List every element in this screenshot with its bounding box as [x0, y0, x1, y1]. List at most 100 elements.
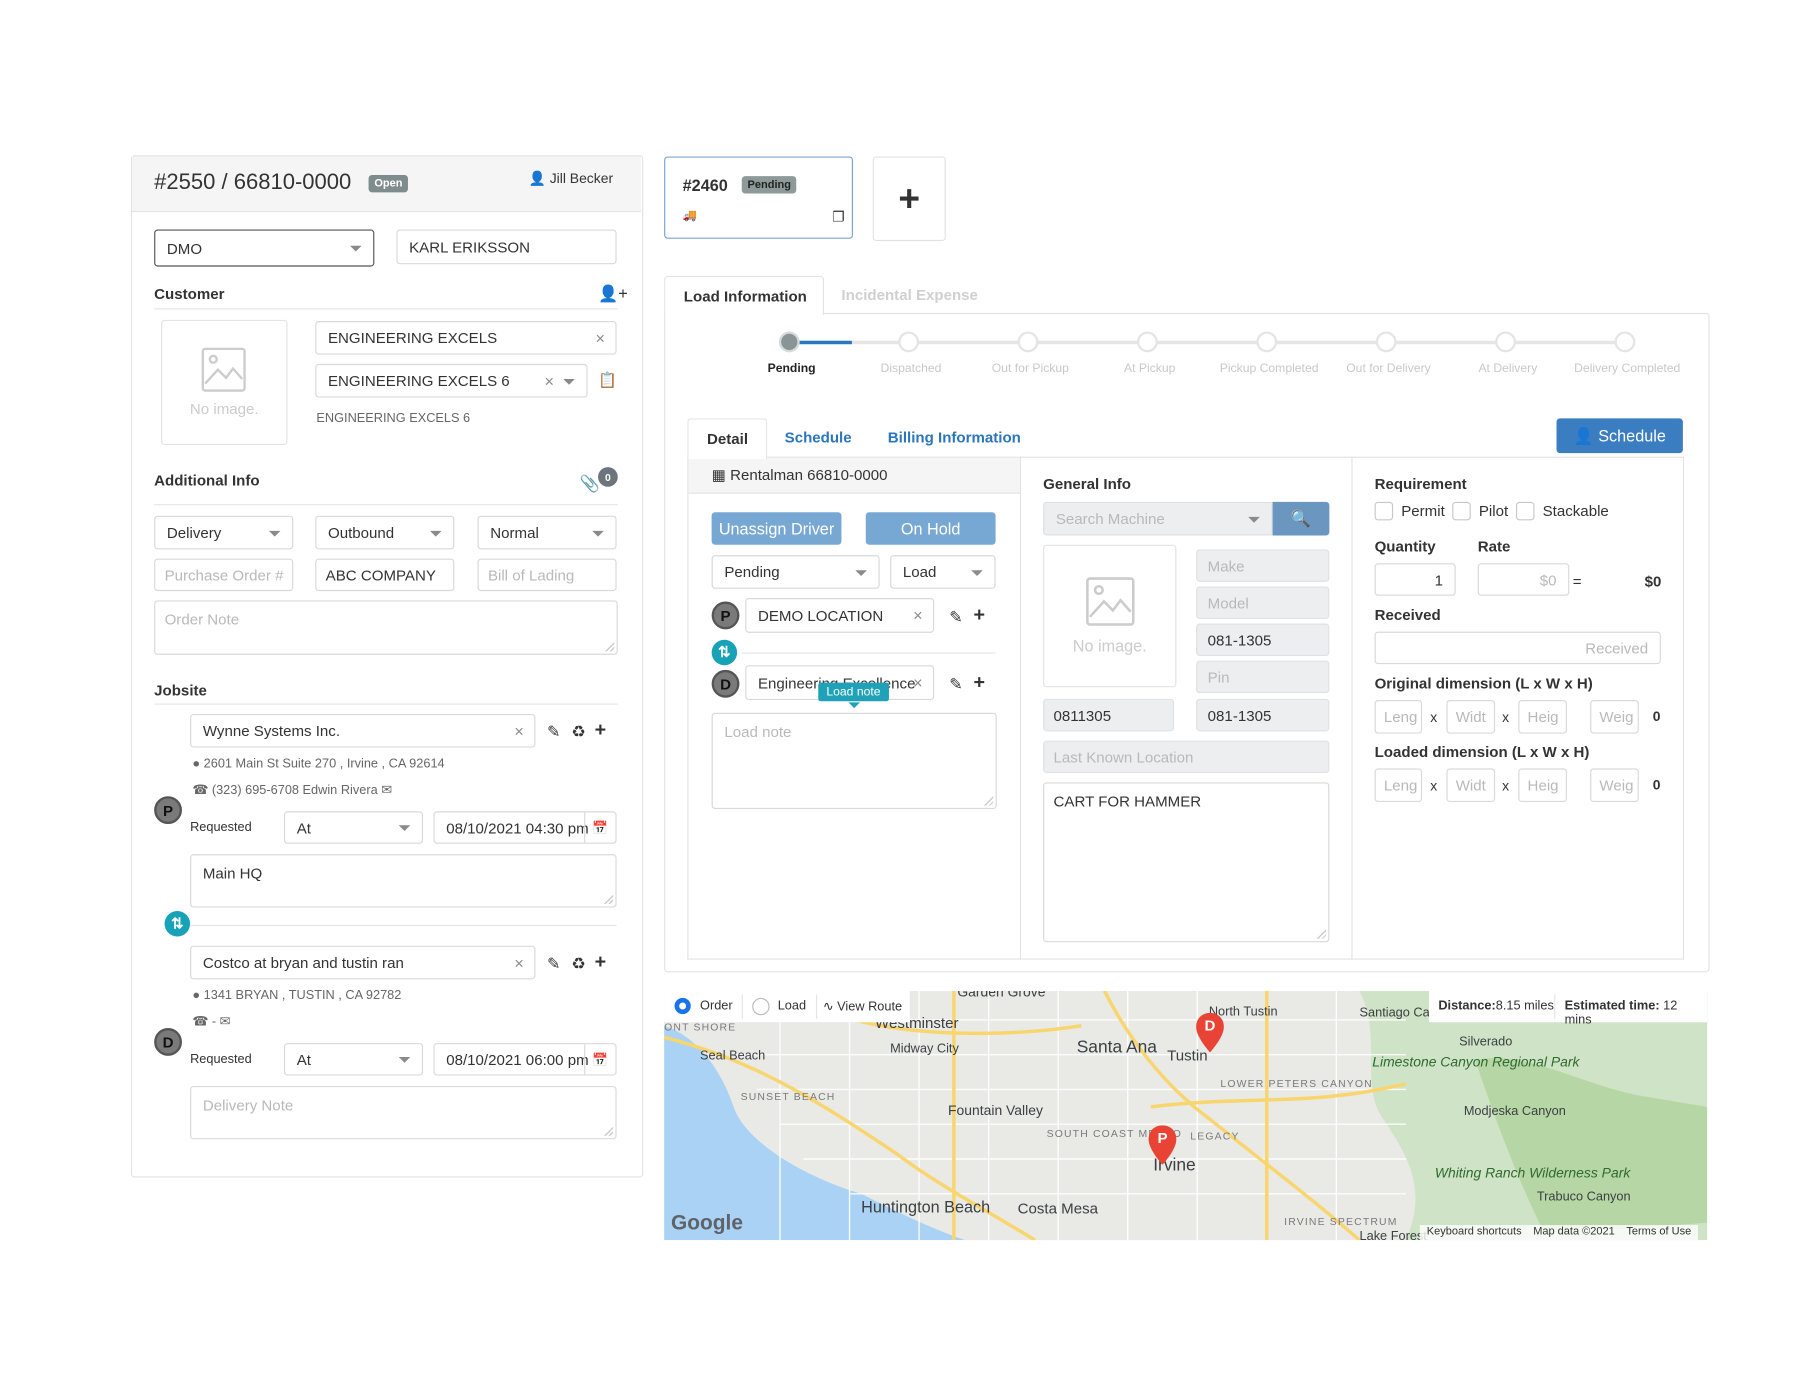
- calendar-icon[interactable]: 📅: [584, 1044, 615, 1075]
- serial-field[interactable]: 081-1305: [1196, 623, 1330, 656]
- delivery-marker: D: [154, 1028, 182, 1056]
- pickup-jobsite-field[interactable]: Wynne Systems Inc. ×: [190, 713, 536, 748]
- load-radio[interactable]: [752, 997, 770, 1016]
- plus-icon[interactable]: +: [595, 950, 607, 973]
- tab-schedule[interactable]: Schedule: [785, 429, 852, 446]
- edit-icon[interactable]: ✎: [547, 722, 561, 742]
- address-book-icon[interactable]: 📋: [598, 371, 617, 390]
- quantity-field[interactable]: 1: [1374, 563, 1456, 596]
- progress-step-out-for-delivery[interactable]: [1375, 331, 1397, 353]
- map-place-label: Fountain Valley: [948, 1102, 1043, 1119]
- pickup-datetime-field[interactable]: 08/10/2021 04:30 pm 📅: [433, 811, 617, 844]
- unassign-driver-button[interactable]: Unassign Driver: [711, 512, 842, 545]
- edit-icon[interactable]: ✎: [547, 954, 561, 974]
- customer-contact-select[interactable]: ENGINEERING EXCELS 6 ×: [315, 363, 588, 398]
- assigned-user[interactable]: 👤 Jill Becker: [529, 170, 614, 186]
- delivery-datetime-field[interactable]: 08/10/2021 06:00 pm 📅: [433, 1043, 617, 1076]
- length-field[interactable]: Leng: [1374, 768, 1423, 803]
- order-note-field[interactable]: Order Note: [154, 600, 618, 655]
- delivery-note-field[interactable]: Delivery Note: [190, 1085, 617, 1140]
- order-radio-label: Order: [700, 999, 733, 1013]
- swap-load-stops-button[interactable]: ⇅: [711, 639, 738, 666]
- height-field[interactable]: Heig: [1518, 768, 1567, 803]
- equipment-code-field[interactable]: 081-1305: [1196, 698, 1330, 732]
- progress-step-at-pickup[interactable]: [1136, 331, 1158, 353]
- tab-incidental-expense[interactable]: Incidental Expense: [841, 286, 977, 303]
- load-pickup-location-field[interactable]: DEMO LOCATION ×: [745, 598, 935, 633]
- pin-field[interactable]: Pin: [1196, 660, 1330, 694]
- width-field[interactable]: Widt: [1446, 700, 1496, 734]
- stackable-checkbox[interactable]: [1515, 501, 1535, 521]
- length-field[interactable]: Leng: [1374, 700, 1423, 734]
- terms-of-use-link[interactable]: Terms of Use: [1626, 1225, 1691, 1240]
- paperclip-icon[interactable]: 📎: [580, 474, 600, 494]
- progress-step-pickup-completed[interactable]: [1256, 331, 1278, 353]
- calendar-icon[interactable]: 📅: [584, 812, 615, 843]
- order-radio[interactable]: [674, 997, 691, 1015]
- route-map[interactable]: Garden Grove Westminster Midway City Seal B…: [664, 990, 1708, 1241]
- keyboard-shortcuts-link[interactable]: Keyboard shortcuts: [1427, 1225, 1522, 1240]
- progress-step-delivery-completed[interactable]: [1614, 331, 1636, 353]
- pilot-checkbox[interactable]: [1452, 501, 1471, 521]
- permit-checkbox[interactable]: [1374, 501, 1394, 521]
- priority-select[interactable]: Normal: [477, 515, 617, 550]
- weight-field[interactable]: Weig: [1590, 700, 1639, 734]
- add-load-button[interactable]: +: [872, 156, 946, 242]
- tab-load-information[interactable]: Load Information: [664, 275, 825, 316]
- load-card[interactable]: #2460 Pending 🚚 ❐: [664, 156, 854, 239]
- pickup-requested-label: Requested: [190, 820, 252, 835]
- make-field[interactable]: Make: [1196, 549, 1330, 582]
- delivery-jobsite-field[interactable]: Costco at bryan and tustin ran ×: [190, 945, 536, 980]
- schedule-button[interactable]: 👤 Schedule: [1556, 418, 1683, 454]
- pickup-time-mode-select[interactable]: At: [283, 811, 424, 844]
- order-type-select[interactable]: Delivery: [154, 515, 294, 550]
- received-field[interactable]: Received: [1374, 631, 1661, 665]
- progress-step-pending[interactable]: [778, 331, 800, 353]
- plus-icon[interactable]: +: [974, 671, 986, 694]
- plus-icon[interactable]: +: [595, 719, 607, 742]
- width-field[interactable]: Widt: [1446, 768, 1496, 803]
- progress-step-at-delivery[interactable]: [1495, 331, 1516, 353]
- add-user-icon[interactable]: 👤+: [598, 284, 628, 304]
- model-field[interactable]: Model: [1196, 586, 1330, 619]
- description-field[interactable]: CART FOR HAMMER: [1043, 782, 1330, 943]
- on-hold-button[interactable]: On Hold: [865, 512, 996, 545]
- rate-field[interactable]: $0: [1477, 563, 1570, 596]
- equipment-number-field[interactable]: 0811305: [1043, 698, 1175, 732]
- last-known-location-field[interactable]: Last Known Location: [1043, 740, 1330, 774]
- tab-billing-information[interactable]: Billing Information: [888, 429, 1021, 446]
- swap-stops-button[interactable]: ⇅: [164, 910, 191, 937]
- height-field[interactable]: Heig: [1518, 700, 1567, 734]
- load-status-select[interactable]: Pending: [711, 555, 880, 589]
- load-type-select[interactable]: Load: [890, 555, 996, 589]
- salesperson-field[interactable]: KARL ERIKSSON: [396, 229, 617, 265]
- pickup-address: ● 2601 Main St Suite 270 , Irvine , CA 9…: [192, 756, 445, 771]
- weight-field[interactable]: Weig: [1590, 768, 1639, 803]
- company-field[interactable]: ABC COMPANY: [315, 558, 455, 592]
- search-machine-button[interactable]: 🔍: [1272, 501, 1330, 536]
- progress-step-out-for-pickup[interactable]: [1017, 331, 1039, 353]
- progress-step-label: Dispatched: [880, 361, 942, 376]
- edit-icon[interactable]: ✎: [949, 607, 963, 627]
- search-machine-select[interactable]: Search Machine: [1043, 501, 1273, 536]
- copy-icon[interactable]: ❐: [832, 209, 844, 225]
- resize-handle[interactable]: [604, 642, 615, 652]
- tab-detail[interactable]: Detail: [687, 418, 768, 459]
- plus-icon[interactable]: +: [974, 604, 986, 627]
- branch-select[interactable]: DMO: [154, 229, 375, 267]
- edit-icon[interactable]: ✎: [949, 675, 963, 695]
- progress-step-dispatched[interactable]: [898, 331, 920, 353]
- bill-of-lading-field[interactable]: Bill of Lading: [477, 558, 617, 592]
- map-marker-icon: ●: [192, 756, 201, 771]
- load-note-field[interactable]: Load note: [711, 712, 997, 809]
- recycle-icon[interactable]: ♻: [571, 722, 586, 742]
- pickup-note-field[interactable]: Main HQ: [190, 854, 617, 908]
- direction-select[interactable]: Outbound: [315, 515, 455, 550]
- purchase-order-field[interactable]: Purchase Order #: [154, 558, 294, 592]
- requirement-label: Requirement: [1374, 475, 1467, 493]
- delivery-time-mode-select[interactable]: At: [283, 1043, 424, 1076]
- view-route-button[interactable]: ∿ View Route: [823, 999, 902, 1014]
- times-sign: x: [1430, 777, 1438, 794]
- recycle-icon[interactable]: ♻: [571, 954, 586, 974]
- customer-name-field[interactable]: ENGINEERING EXCELS ×: [315, 321, 617, 355]
